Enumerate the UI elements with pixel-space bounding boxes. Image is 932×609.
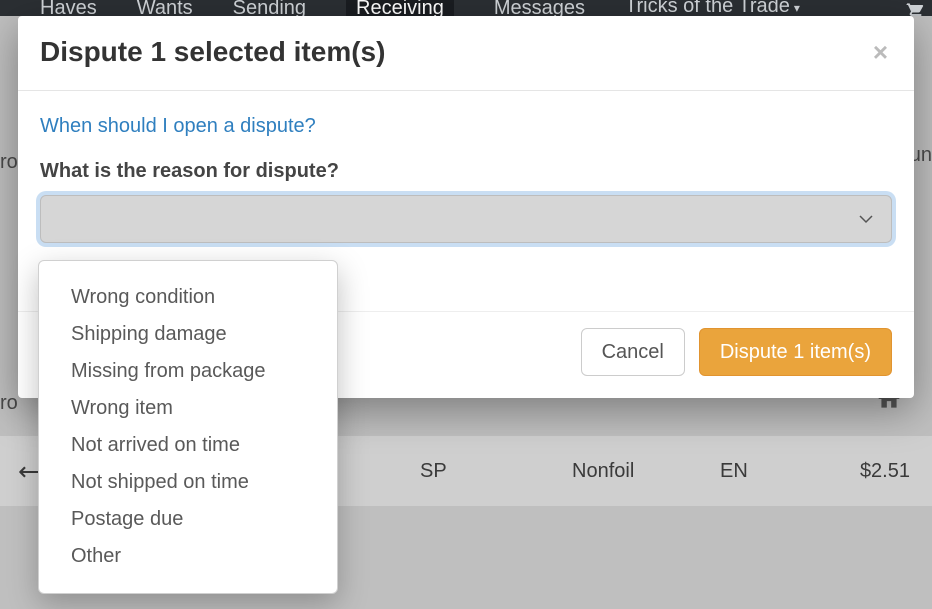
option-not-arrived-on-time[interactable]: Not arrived on time (39, 427, 337, 464)
reason-dropdown: Wrong condition Shipping damage Missing … (38, 260, 338, 594)
cell-condition: SP (420, 460, 447, 483)
nav-item-messages[interactable]: Messages (494, 0, 585, 16)
cell-lang: EN (720, 460, 748, 483)
nav-item-receiving[interactable]: Receiving (346, 0, 454, 16)
option-wrong-item[interactable]: Wrong item (39, 390, 337, 427)
option-missing-from-package[interactable]: Missing from package (39, 353, 337, 390)
cell-foil: Nonfoil (572, 460, 634, 483)
modal-header: Dispute 1 selected item(s) × (18, 16, 914, 90)
nav-item-sending[interactable]: Sending (233, 0, 306, 16)
chevron-down-icon (859, 214, 873, 224)
option-other[interactable]: Other (39, 538, 337, 575)
reason-select[interactable] (40, 195, 892, 243)
nav-item-haves[interactable]: Haves (40, 0, 97, 16)
bg-text-fragment: ro (0, 151, 18, 174)
modal-title: Dispute 1 selected item(s) (40, 36, 385, 68)
option-postage-due[interactable]: Postage due (39, 501, 337, 538)
reason-label: What is the reason for dispute? (40, 160, 892, 183)
cell-price: $2.51 (860, 460, 910, 483)
dispute-button[interactable]: Dispute 1 item(s) (699, 328, 892, 376)
top-nav: Haves Wants Sending Receiving Messages T… (0, 0, 932, 16)
cancel-button[interactable]: Cancel (581, 328, 685, 376)
chevron-down-icon: ▾ (794, 1, 800, 15)
bg-text-fragment: ro (0, 392, 18, 415)
option-not-shipped-on-time[interactable]: Not shipped on time (39, 464, 337, 501)
option-wrong-condition[interactable]: Wrong condition (39, 279, 337, 316)
nav-item-label: Tricks of the Trade (625, 0, 790, 17)
option-shipping-damage[interactable]: Shipping damage (39, 316, 337, 353)
help-link[interactable]: When should I open a dispute? (40, 115, 316, 137)
close-icon[interactable]: × (873, 39, 888, 65)
cart-icon[interactable] (902, 0, 924, 16)
nav-item-wants[interactable]: Wants (137, 0, 193, 16)
nav-item-tricks[interactable]: Tricks of the Trade ▾ (625, 0, 800, 16)
